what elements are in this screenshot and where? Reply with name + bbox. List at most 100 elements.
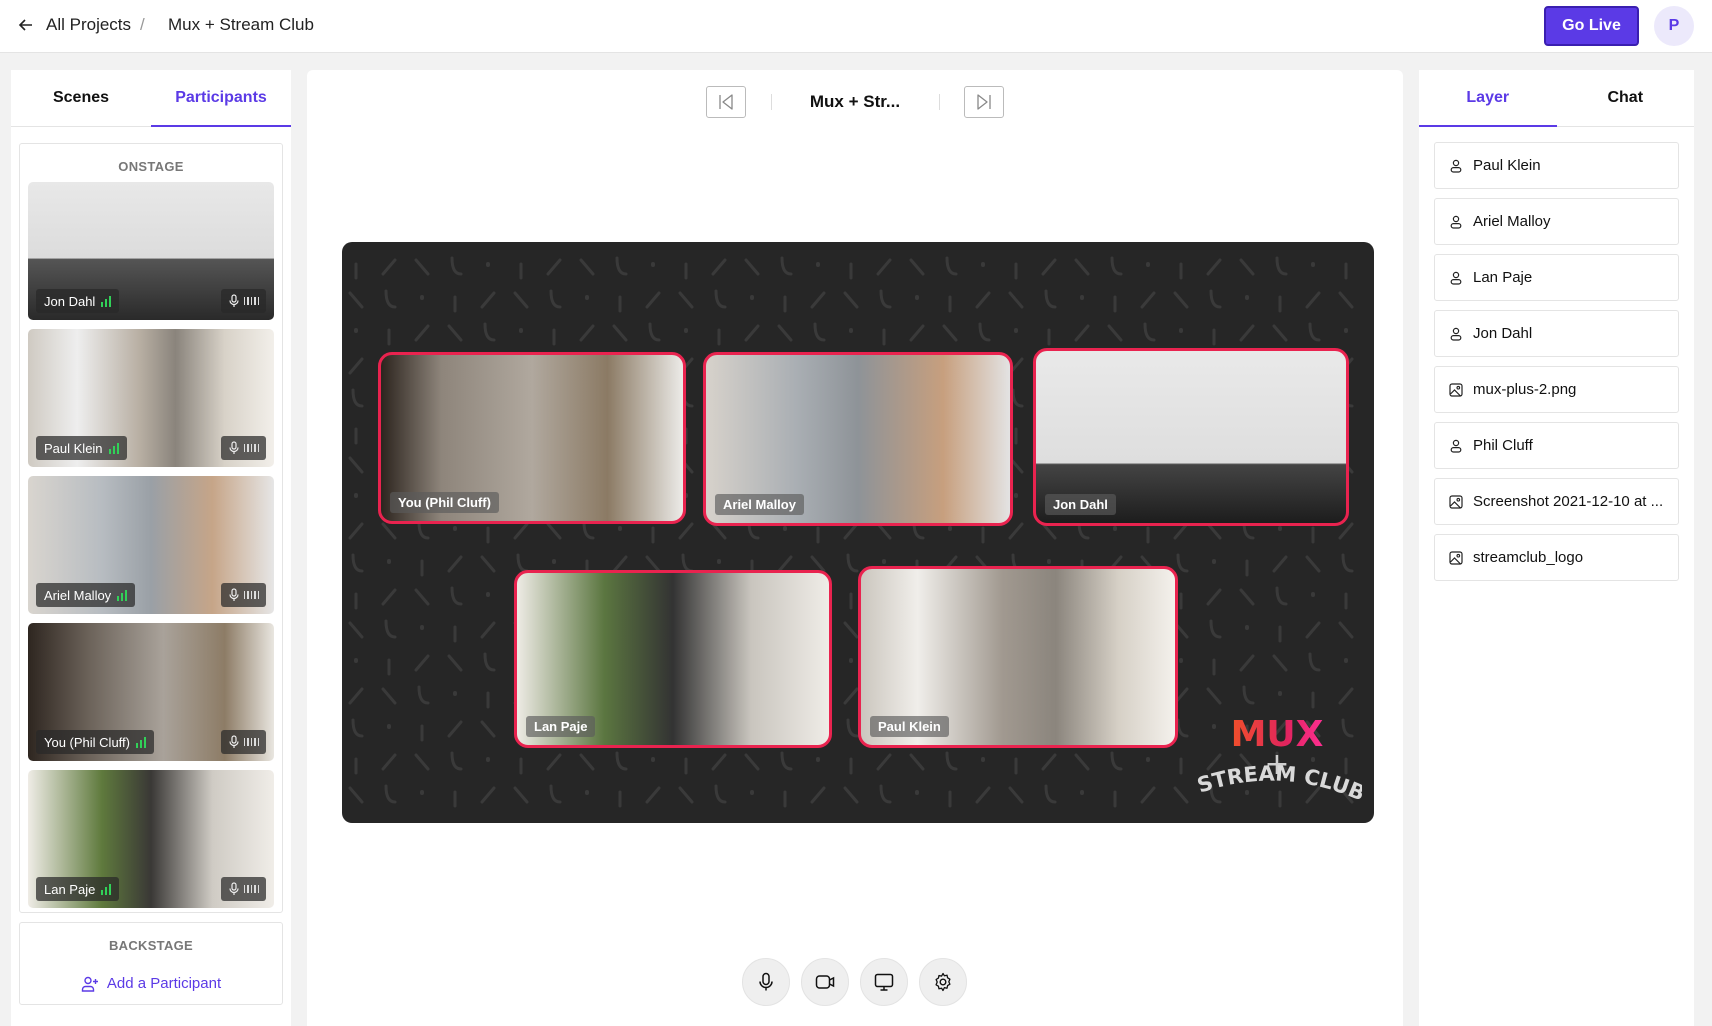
next-scene-button[interactable]: [964, 86, 1004, 118]
layer-item[interactable]: streamclub_logo: [1434, 534, 1679, 581]
participant-tile[interactable]: You (Phil Cluff): [28, 623, 274, 761]
pattern-glyph: [417, 685, 430, 705]
pattern-glyph: [612, 324, 628, 342]
participant-tile[interactable]: Paul Klein: [28, 329, 274, 467]
pattern-glyph: [1242, 685, 1255, 705]
audio-level-meter: [243, 444, 259, 452]
pattern-glyph: [480, 291, 496, 309]
pattern-glyph: [513, 522, 529, 540]
pattern-glyph: [546, 522, 562, 540]
layers-panel: Layer Chat Paul Klein Ariel Malloy Lan Paj…: [1419, 70, 1694, 1026]
participant-tile[interactable]: Lan Paje: [28, 770, 274, 908]
pattern-glyph: [1272, 654, 1288, 672]
participant-mic-toggle[interactable]: [220, 730, 266, 754]
pattern-glyph: [711, 522, 727, 540]
participant-tile[interactable]: Ariel Malloy: [28, 476, 274, 614]
microphone-icon: [759, 972, 773, 991]
pattern-glyph: [1140, 291, 1156, 309]
onstage-title: ONSTAGE: [118, 159, 184, 174]
pattern-glyph: [447, 654, 463, 672]
tab-participants[interactable]: Participants: [151, 70, 291, 127]
microphone-button[interactable]: [742, 958, 790, 1006]
tab-layer[interactable]: Layer: [1419, 70, 1557, 127]
layer-item[interactable]: Paul Klein: [1434, 142, 1679, 189]
layer-label: Paul Klein: [1473, 157, 1541, 174]
pattern-glyph: [711, 753, 727, 771]
participant-name: Paul Klein: [44, 440, 103, 456]
participant-name-badge: You (Phil Cluff): [36, 730, 154, 754]
layer-item[interactable]: Jon Dahl: [1434, 310, 1679, 357]
layer-item[interactable]: Phil Cluff: [1434, 422, 1679, 469]
pattern-glyph: [1308, 652, 1321, 672]
add-participant-label: Add a Participant: [106, 975, 222, 992]
stage-video-tile[interactable]: Paul Klein: [858, 566, 1178, 748]
layer-item[interactable]: Screenshot 2021-12-10 at ...: [1434, 478, 1679, 525]
go-live-button[interactable]: Go Live: [1544, 6, 1639, 46]
pattern-glyph: [1008, 291, 1024, 309]
pattern-glyph: [381, 522, 397, 540]
pattern-glyph: [1176, 718, 1189, 738]
signal-strength-icon: [136, 736, 146, 748]
skip-forward-icon: [977, 94, 991, 110]
pattern-glyph: [945, 256, 958, 276]
tab-chat[interactable]: Chat: [1557, 70, 1695, 126]
user-avatar[interactable]: P: [1654, 6, 1694, 46]
pattern-glyph: [1206, 687, 1222, 705]
layer-item[interactable]: mux-plus-2.png: [1434, 366, 1679, 413]
tab-scenes[interactable]: Scenes: [11, 70, 151, 126]
participant-name-badge: Ariel Malloy: [36, 583, 136, 607]
person-icon: [1450, 327, 1462, 341]
pattern-glyph: [513, 786, 529, 804]
add-participant-button[interactable]: Add a Participant: [20, 975, 282, 992]
participant-tile[interactable]: Jon Dahl: [28, 182, 274, 320]
pattern-glyph: [480, 720, 496, 738]
participant-name: Ariel Malloy: [44, 587, 112, 603]
stage-video-tile[interactable]: You (Phil Cluff): [378, 352, 686, 524]
layer-label: mux-plus-2.png: [1473, 381, 1577, 398]
pattern-glyph: [1107, 324, 1123, 342]
pattern-glyph: [678, 522, 694, 540]
participant-name-badge: Jon Dahl: [36, 289, 120, 313]
pattern-glyph: [1011, 388, 1024, 408]
stage-video-tile[interactable]: Lan Paje: [514, 570, 832, 748]
participant-mic-toggle[interactable]: [220, 436, 266, 460]
back-to-projects-link[interactable]: All Projects: [18, 15, 131, 35]
layer-item[interactable]: Lan Paje: [1434, 254, 1679, 301]
screen-share-button[interactable]: [860, 958, 908, 1006]
pattern-glyph: [879, 289, 892, 309]
participant-name: You (Phil Cluff): [44, 734, 130, 750]
backstage-group: BACKSTAGE Add a Participant: [19, 922, 283, 1005]
pattern-glyph: [744, 753, 760, 771]
pattern-glyph: [414, 258, 430, 276]
pattern-glyph: [480, 786, 496, 804]
previous-scene-button[interactable]: [706, 86, 746, 118]
layer-list: Paul Klein Ariel Malloy Lan Paje Jon Dahl mu…: [1419, 127, 1694, 581]
pattern-glyph: [648, 322, 661, 342]
audio-level-meter: [243, 885, 259, 893]
stage-video-tile[interactable]: Jon Dahl: [1033, 348, 1349, 526]
pattern-glyph: [942, 324, 958, 342]
participant-mic-toggle[interactable]: [220, 877, 266, 901]
pattern-glyph: [1008, 522, 1024, 540]
audio-level-meter: [243, 738, 259, 746]
settings-button[interactable]: [919, 958, 967, 1006]
pattern-glyph: [384, 784, 397, 804]
participant-mic-toggle[interactable]: [220, 289, 266, 313]
pattern-glyph: [678, 786, 694, 804]
participant-mic-toggle[interactable]: [220, 583, 266, 607]
layer-label: Screenshot 2021-12-10 at ...: [1473, 493, 1664, 510]
stage-tile-name: Ariel Malloy: [715, 494, 804, 515]
pattern-glyph: [447, 555, 463, 573]
stage-video-tile[interactable]: Ariel Malloy: [703, 352, 1013, 526]
layer-item[interactable]: Ariel Malloy: [1434, 198, 1679, 245]
pattern-glyph: [1143, 322, 1156, 342]
camera-button[interactable]: [801, 958, 849, 1006]
pattern-glyph: [1140, 786, 1156, 804]
pattern-glyph: [780, 256, 793, 276]
stage-canvas[interactable]: You (Phil Cluff) Ariel Malloy Jon Dahl Lan …: [342, 242, 1374, 823]
pattern-glyph: [777, 555, 793, 573]
pattern-glyph: [978, 322, 991, 342]
participants-panel: Scenes Participants ONSTAGE Jon Dahl Pau…: [11, 70, 291, 1026]
pattern-glyph: [351, 553, 364, 573]
stage-panel: Mux + Str... You (Phil Cluff) Ariel Mallo…: [307, 70, 1403, 1026]
